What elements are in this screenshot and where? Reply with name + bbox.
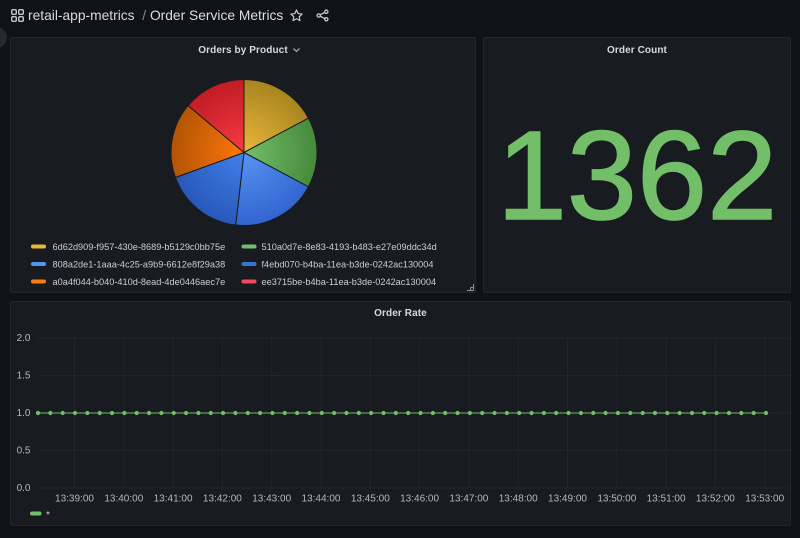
svg-text:f4ebd070-b4ba-11ea-b3de-0242ac: f4ebd070-b4ba-11ea-b3de-0242ac130004 (262, 260, 434, 270)
svg-text:13:43:00: 13:43:00 (252, 494, 291, 505)
svg-text:a0a4f044-b040-410d-8ead-4de044: a0a4f044-b040-410d-8ead-4de0446aec7e (53, 277, 226, 287)
svg-text:13:45:00: 13:45:00 (351, 494, 390, 505)
svg-text:1.5: 1.5 (17, 370, 31, 381)
svg-text:13:51:00: 13:51:00 (647, 494, 686, 505)
svg-text:*: * (46, 510, 50, 521)
svg-text:13:40:00: 13:40:00 (104, 494, 143, 505)
svg-text:13:46:00: 13:46:00 (400, 494, 439, 505)
svg-text:13:47:00: 13:47:00 (449, 494, 488, 505)
svg-text:13:50:00: 13:50:00 (597, 494, 636, 505)
svg-text:0.0: 0.0 (17, 483, 31, 494)
svg-text:808a2de1-1aaa-4c25-a9b9-6612e8: 808a2de1-1aaa-4c25-a9b9-6612e8f29a38 (53, 260, 226, 270)
svg-text:6d62d909-f957-430e-8689-b5129c: 6d62d909-f957-430e-8689-b5129c0bb75e (53, 242, 226, 252)
svg-text:13:42:00: 13:42:00 (203, 494, 242, 505)
svg-text:1.0: 1.0 (17, 408, 31, 419)
svg-text:2.0: 2.0 (17, 333, 31, 344)
svg-text:13:53:00: 13:53:00 (745, 494, 784, 505)
svg-text:13:48:00: 13:48:00 (499, 494, 538, 505)
svg-text:13:49:00: 13:49:00 (548, 494, 587, 505)
svg-text:ee3715be-b4ba-11ea-b3de-0242ac: ee3715be-b4ba-11ea-b3de-0242ac130004 (262, 277, 437, 287)
svg-text:13:52:00: 13:52:00 (696, 494, 735, 505)
svg-text:13:41:00: 13:41:00 (154, 494, 193, 505)
svg-text:510a0d7e-8e83-4193-b483-e27e09: 510a0d7e-8e83-4193-b483-e27e09ddc34d (262, 242, 437, 252)
svg-text:13:44:00: 13:44:00 (302, 494, 341, 505)
svg-text:13:39:00: 13:39:00 (55, 494, 94, 505)
svg-text:0.5: 0.5 (17, 445, 31, 456)
